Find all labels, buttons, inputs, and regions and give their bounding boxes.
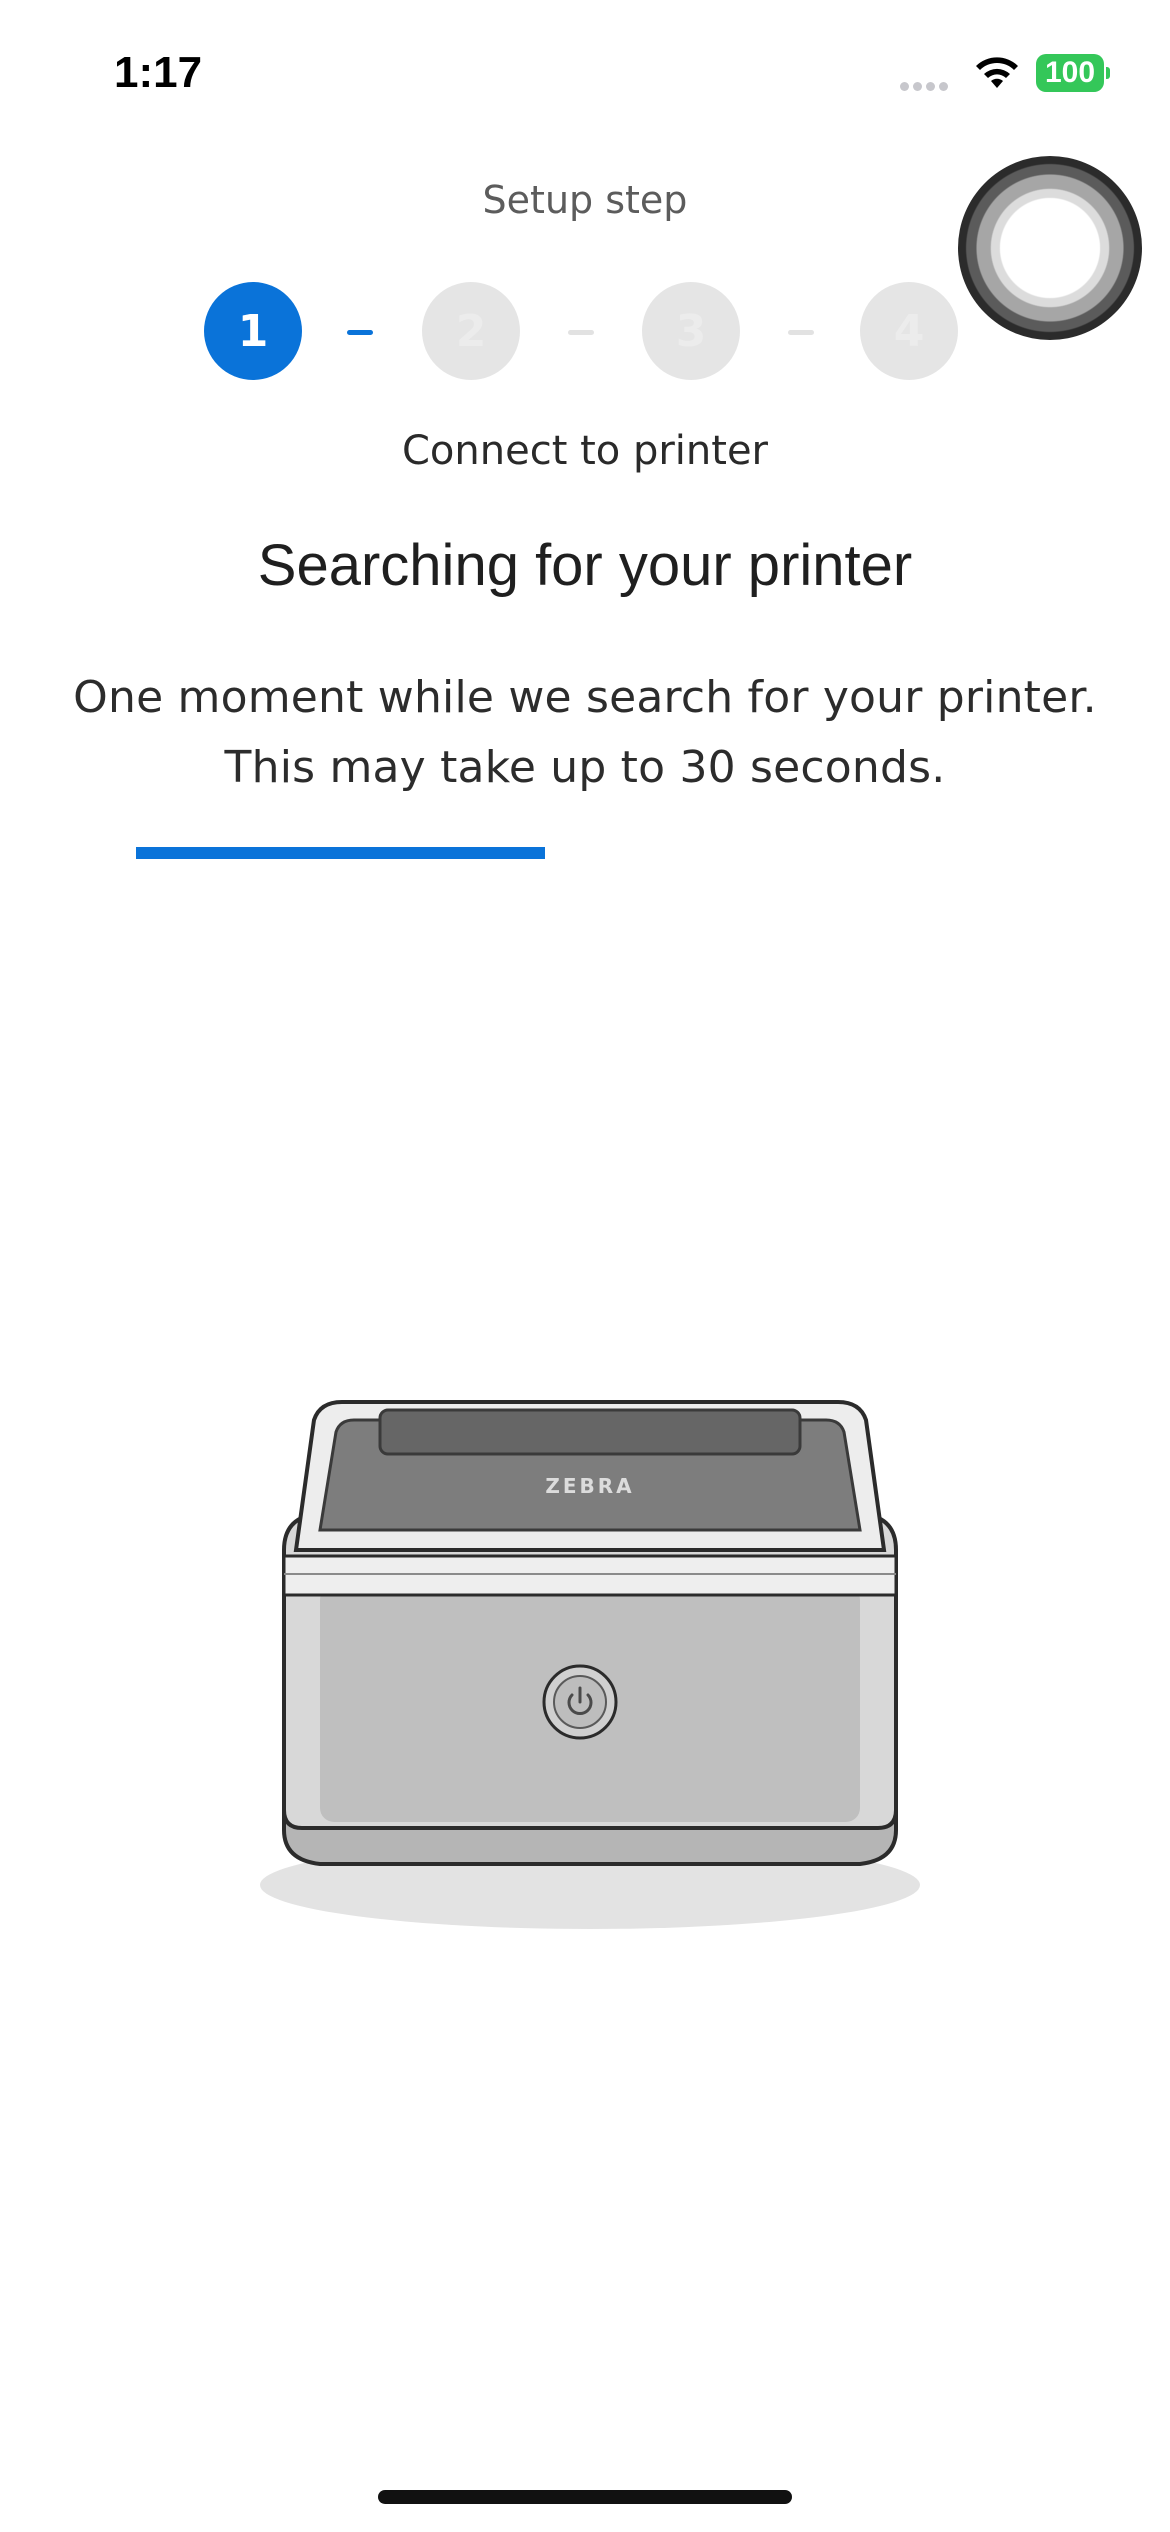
battery-level: 100 [1044, 56, 1096, 89]
description-line-1: One moment while we search for your prin… [73, 672, 1097, 723]
step-connector [347, 330, 373, 335]
step-connector [568, 330, 594, 335]
step-indicator-4: 4 [860, 282, 958, 380]
screen: 1:17 100 Setup step 1 2 3 4 Connect to p… [0, 0, 1170, 2532]
step-indicator-2: 2 [422, 282, 520, 380]
step-indicator-1: 1 [204, 282, 302, 380]
search-progress-bar [136, 847, 1034, 859]
battery-icon: 100 [1036, 54, 1110, 92]
printer-illustration: ZEBRA [260, 1400, 920, 1929]
home-indicator[interactable] [378, 2490, 792, 2504]
assistive-touch-button[interactable] [958, 156, 1142, 340]
search-progress-fill [136, 847, 545, 859]
wifi-icon [976, 57, 1018, 88]
description-line-2: This may take up to 30 seconds. [224, 742, 946, 793]
printer-brand-label: ZEBRA [545, 1474, 634, 1498]
step-connector [788, 330, 814, 335]
current-step-title: Connect to printer [401, 428, 768, 474]
step-indicator-3: 3 [642, 282, 740, 380]
status-time: 1:17 [114, 48, 203, 97]
cellular-signal-icon [900, 76, 952, 95]
page-title: Searching for your printer [257, 533, 913, 598]
status-bar: 1:17 100 [0, 0, 1170, 140]
